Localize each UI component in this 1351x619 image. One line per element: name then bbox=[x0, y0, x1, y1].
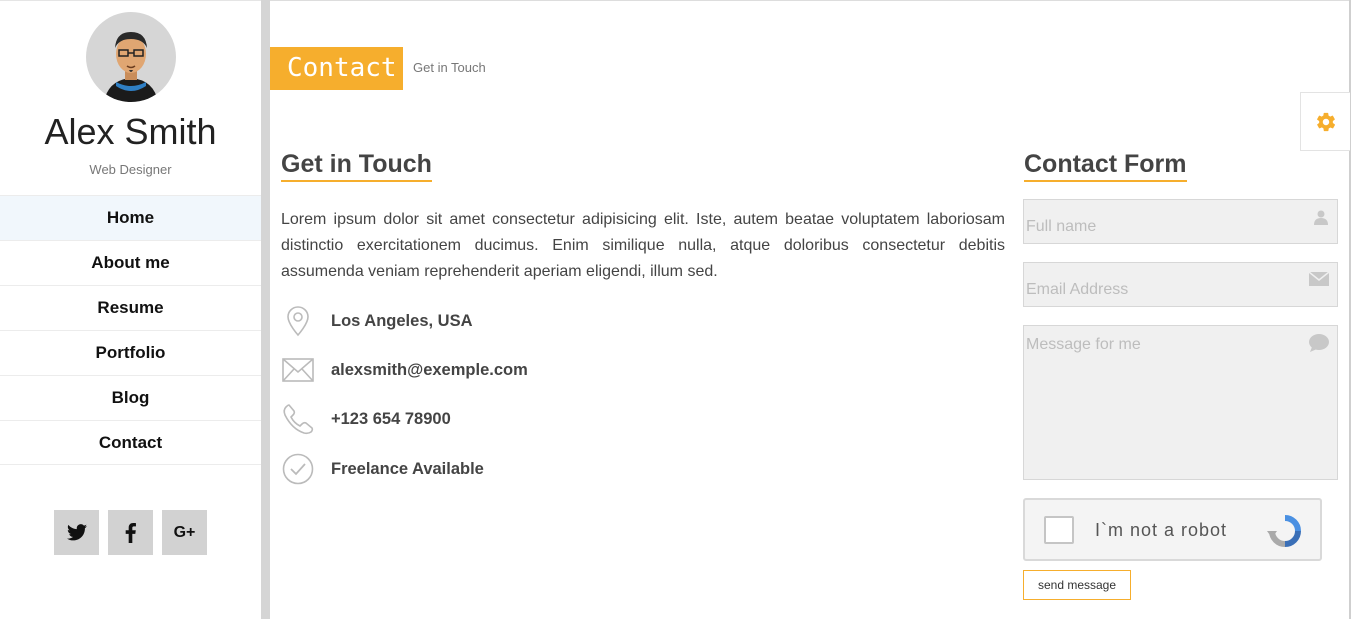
captcha-widget: I`m not a robot bbox=[1023, 498, 1322, 561]
info-email: alexsmith@exemple.com bbox=[281, 353, 528, 387]
section-title: Contact bbox=[270, 47, 403, 90]
availability-text: Freelance Available bbox=[331, 459, 484, 478]
facebook-icon bbox=[125, 522, 136, 543]
map-pin-icon bbox=[281, 304, 315, 338]
settings-button[interactable] bbox=[1300, 92, 1350, 151]
user-icon bbox=[1313, 209, 1329, 230]
nav-item-resume[interactable]: Resume bbox=[0, 285, 261, 330]
top-border bbox=[270, 0, 1351, 1]
gear-icon bbox=[1316, 112, 1335, 131]
nav-item-contact[interactable]: Contact bbox=[0, 420, 261, 465]
phone-text: +123 654 78900 bbox=[331, 409, 451, 428]
form-heading: Contact Form bbox=[1024, 150, 1187, 182]
google-plus-button[interactable]: G+ bbox=[162, 510, 207, 555]
email-text[interactable]: alexsmith@exemple.com bbox=[331, 361, 528, 380]
nav-item-home[interactable]: Home bbox=[0, 195, 261, 240]
envelope-icon bbox=[281, 353, 315, 387]
info-location: Los Angeles, USA bbox=[281, 304, 473, 338]
check-circle-icon bbox=[281, 452, 315, 486]
social-links: G+ bbox=[54, 510, 207, 555]
email-input[interactable] bbox=[1024, 263, 1337, 306]
message-textarea[interactable] bbox=[1024, 326, 1337, 479]
info-phone: +123 654 78900 bbox=[281, 402, 451, 436]
twitter-icon bbox=[66, 524, 87, 541]
captcha-checkbox[interactable] bbox=[1044, 516, 1074, 544]
nav-item-portfolio[interactable]: Portfolio bbox=[0, 330, 261, 375]
touch-heading: Get in Touch bbox=[281, 150, 432, 182]
heading-underline bbox=[1024, 180, 1187, 182]
intro-paragraph: Lorem ipsum dolor sit amet consectetur a… bbox=[281, 211, 1005, 280]
phone-icon bbox=[281, 402, 315, 436]
info-availability: Freelance Available bbox=[281, 452, 484, 486]
speech-bubble-icon bbox=[1309, 334, 1329, 357]
captcha-label: I`m not a robot bbox=[1095, 520, 1228, 540]
heading-underline bbox=[281, 180, 432, 182]
touch-heading-text: Get in Touch bbox=[281, 150, 432, 178]
full-name-input[interactable] bbox=[1024, 200, 1337, 243]
main-nav: Home About me Resume Portfolio Blog Cont… bbox=[0, 195, 261, 465]
email-field-wrap bbox=[1023, 262, 1338, 307]
sidebar-divider bbox=[261, 0, 270, 619]
location-text: Los Angeles, USA bbox=[331, 311, 473, 330]
recaptcha-logo-icon bbox=[1263, 514, 1307, 553]
nav-item-blog[interactable]: Blog bbox=[0, 375, 261, 420]
full-name-field-wrap bbox=[1023, 199, 1338, 244]
profile-name: Alex Smith bbox=[44, 111, 217, 152]
avatar-illustration bbox=[104, 32, 158, 102]
form-heading-text: Contact Form bbox=[1024, 150, 1187, 178]
google-plus-icon: G+ bbox=[173, 523, 196, 541]
facebook-button[interactable] bbox=[108, 510, 153, 555]
twitter-button[interactable] bbox=[54, 510, 99, 555]
send-message-button[interactable]: send message bbox=[1023, 570, 1131, 600]
mail-icon bbox=[1308, 271, 1330, 291]
profile-role: Web Designer bbox=[89, 162, 172, 177]
section-subtitle: Get in Touch bbox=[413, 60, 486, 75]
message-field-wrap bbox=[1023, 325, 1338, 480]
nav-item-about-me[interactable]: About me bbox=[0, 240, 261, 285]
avatar bbox=[86, 12, 176, 102]
sidebar: Alex Smith Web Designer Home About me Re… bbox=[0, 0, 261, 619]
